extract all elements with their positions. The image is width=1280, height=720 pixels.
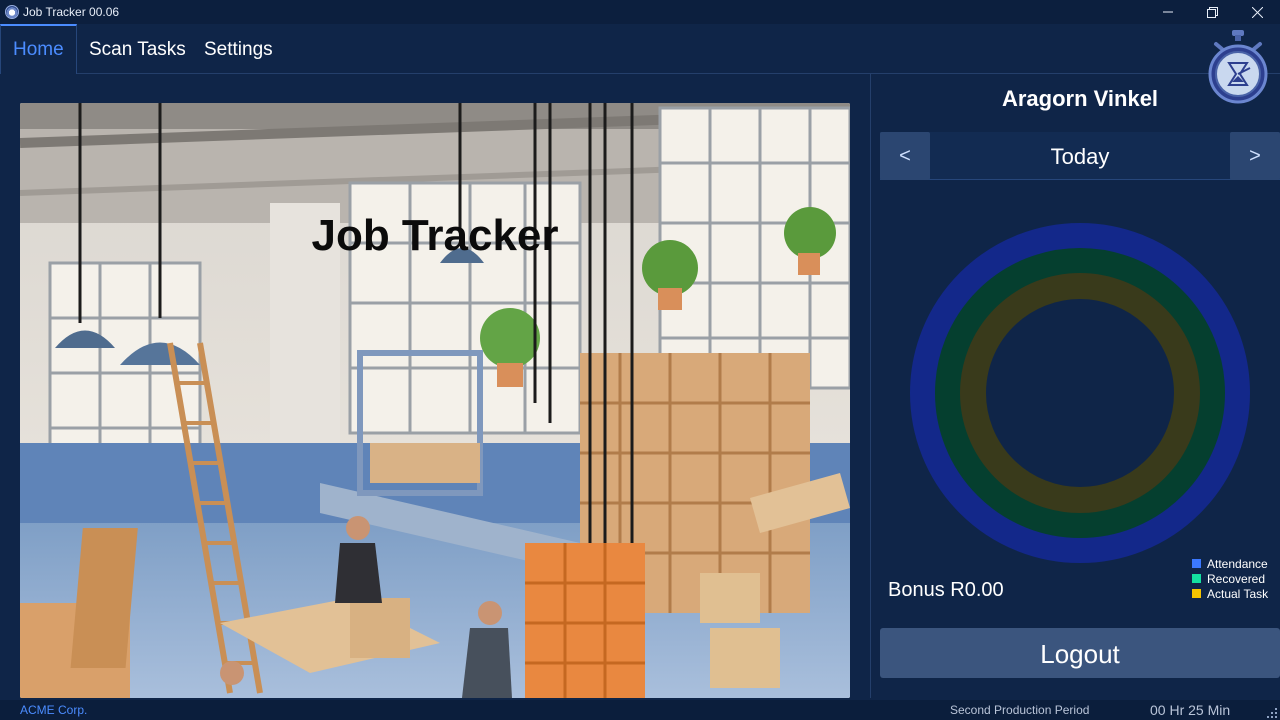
- next-day-button[interactable]: >: [1230, 132, 1280, 180]
- date-label: Today: [1050, 144, 1110, 169]
- close-icon: [1252, 6, 1263, 18]
- legend-label: Attendance: [1207, 556, 1268, 571]
- progress-rings-chart: [910, 223, 1250, 563]
- main-nav: Home Scan Tasks Settings: [0, 24, 1280, 74]
- tab-home[interactable]: Home: [0, 24, 77, 74]
- close-button[interactable]: [1235, 0, 1280, 24]
- date-selector: < Today >: [880, 132, 1280, 180]
- legend-item-recovered: Recovered: [1192, 571, 1268, 586]
- user-name: Aragorn Vinkel: [1001, 86, 1159, 111]
- legend-swatch: [1192, 589, 1201, 598]
- legend-item-actual-task: Actual Task: [1192, 586, 1268, 601]
- resize-grip-icon[interactable]: [1267, 708, 1277, 718]
- company-name: ACME Corp.: [20, 703, 88, 717]
- workshop-hero-image: Job Tracker: [20, 103, 850, 698]
- hero-title: Job Tracker: [311, 211, 559, 260]
- restore-button[interactable]: [1190, 0, 1235, 24]
- minimize-button[interactable]: [1145, 0, 1190, 24]
- logout-button[interactable]: Logout: [880, 628, 1280, 678]
- legend-label: Recovered: [1207, 571, 1266, 586]
- workshop-illustration: [20, 103, 850, 698]
- recovered-ring: [935, 248, 1225, 538]
- app-stopwatch-icon: [5, 5, 19, 19]
- minimize-icon: [1162, 11, 1173, 13]
- legend-swatch: [1192, 574, 1201, 583]
- previous-day-button[interactable]: <: [880, 132, 930, 180]
- restore-icon: [1207, 6, 1218, 18]
- title-bar: Job Tracker 00.06: [0, 0, 1280, 24]
- rings-legend: Attendance Recovered Actual Task: [1192, 556, 1268, 601]
- legend-swatch: [1192, 559, 1201, 568]
- legend-item-attendance: Attendance: [1192, 556, 1268, 571]
- production-period: Second Production Period: [950, 703, 1090, 717]
- panel-divider: [870, 74, 871, 698]
- status-bar: ACME Corp. Second Production Period 00 H…: [0, 700, 1280, 720]
- window-title: Job Tracker 00.06: [23, 5, 120, 19]
- bonus-amount: Bonus R0.00: [888, 579, 1004, 601]
- tab-settings[interactable]: Settings: [192, 24, 285, 74]
- elapsed-time: 00 Hr 25 Min: [1150, 702, 1231, 718]
- actual-task-ring: [960, 273, 1200, 513]
- tab-scan-tasks[interactable]: Scan Tasks: [77, 24, 198, 74]
- legend-label: Actual Task: [1207, 586, 1269, 601]
